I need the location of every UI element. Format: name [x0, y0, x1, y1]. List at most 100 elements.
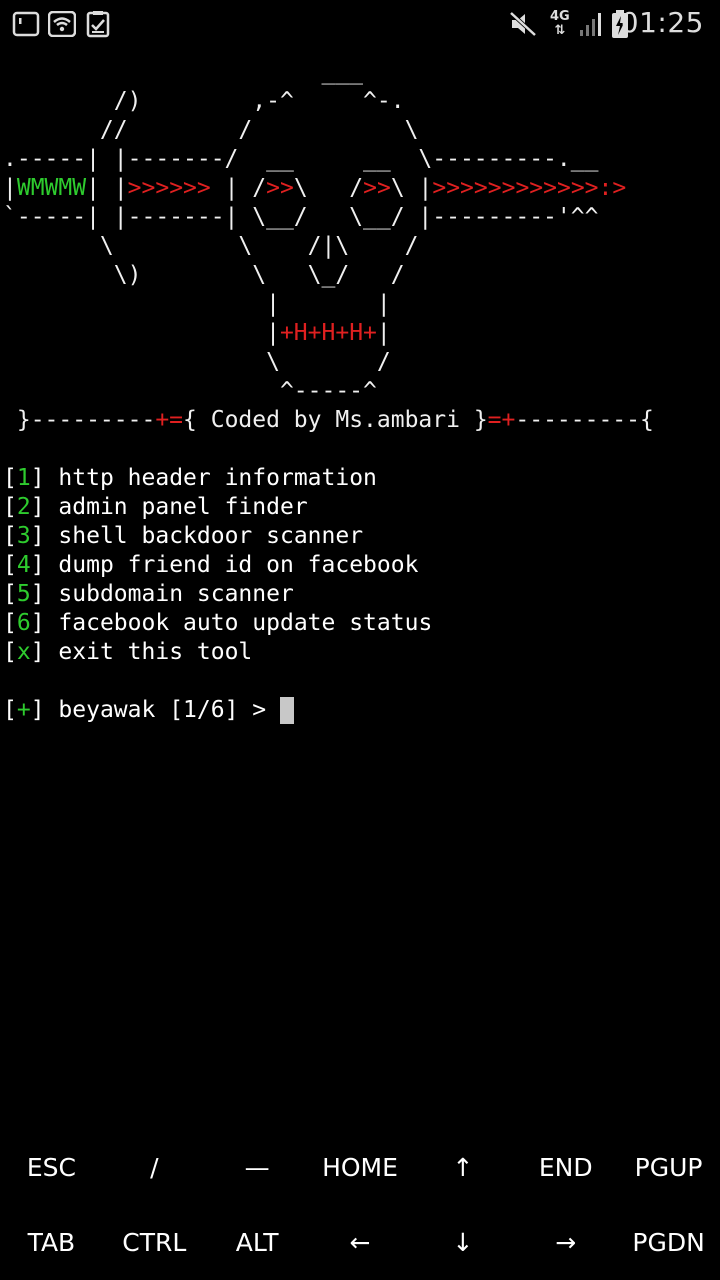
- banner-segment: \ |: [390, 175, 433, 201]
- banner-segment: |: [86, 175, 114, 201]
- menu-bracket: ]: [30, 639, 59, 665]
- banner-line: \ \ /|\ /: [3, 232, 717, 261]
- menu-item-key: 6: [16, 610, 31, 636]
- menu-bracket: ]: [30, 494, 59, 520]
- text-cursor: [279, 697, 294, 724]
- menu-item-key: x: [16, 639, 31, 665]
- banner-segment: |: [376, 320, 391, 346]
- banner-segment: >>>>>>>>>>>>:>: [432, 175, 627, 201]
- home-key[interactable]: HOME: [309, 1130, 412, 1205]
- menu-bracket: ]: [30, 610, 59, 636]
- prompt-marker: +: [16, 697, 31, 723]
- tab-key[interactable]: TAB: [0, 1205, 103, 1280]
- network-type: 4G ⇅: [550, 9, 570, 38]
- menu-bracket: [: [3, 494, 17, 520]
- banner-segment: | /: [210, 175, 267, 201]
- menu-item: [2] admin panel finder: [3, 493, 717, 522]
- data-arrows-icon: ⇅: [554, 23, 566, 38]
- banner-segment: =+: [487, 407, 516, 433]
- menu-item-label: admin panel finder: [58, 494, 308, 520]
- banner-segment: >>>>>>: [127, 175, 211, 201]
- menu-item-label: facebook auto update status: [58, 610, 433, 636]
- menu-bracket: [: [3, 610, 17, 636]
- menu-bracket: ]: [30, 581, 59, 607]
- end-key[interactable]: END: [514, 1130, 617, 1205]
- banner-line: .-----| |-------/ __ __ \---------.__: [3, 145, 717, 174]
- banner-line: // / \: [3, 116, 717, 145]
- dash-key[interactable]: —: [206, 1130, 309, 1205]
- menu-bracket: [: [3, 639, 17, 665]
- menu-item: [3] shell backdoor scanner: [3, 522, 717, 551]
- menu-item-label: exit this tool: [58, 639, 253, 665]
- banner-segment: +H+H+H+: [279, 320, 377, 346]
- menu-item-key: 2: [16, 494, 31, 520]
- terminal-output[interactable]: ___ /) ,-^ ^-. // / \ .-----| |-------/ _…: [3, 58, 717, 725]
- arrow-down-key[interactable]: ↓: [411, 1205, 514, 1280]
- banner-segment: // / \: [3, 117, 419, 143]
- banner-segment: \ /: [293, 175, 364, 201]
- slash-key[interactable]: /: [103, 1130, 206, 1205]
- extra-keys-row-2: TAB CTRL ALT ← ↓ → PGDN: [0, 1205, 720, 1280]
- menu-item: [x] exit this tool: [3, 638, 717, 667]
- wifi-icon: [48, 10, 76, 38]
- banner-segment: .-----| |-------/ __ __ \---------.__: [3, 146, 599, 172]
- banner-segment: +=: [155, 407, 184, 433]
- banner-line: }---------+={ Coded by Ms.ambari }=+----…: [3, 406, 717, 435]
- banner-segment: WMWMW: [16, 175, 87, 201]
- banner-segment: >>: [363, 175, 391, 201]
- menu-item-label: dump friend id on facebook: [58, 552, 419, 578]
- extra-keys-bar: ESC / — HOME ↑ END PGUP TAB CTRL ALT ← ↓ → PGDN: [0, 1130, 720, 1280]
- banner-segment: \ /: [3, 349, 391, 375]
- banner-line: \ /: [3, 348, 717, 377]
- page-down-key[interactable]: PGDN: [617, 1205, 720, 1280]
- menu-bracket: ]: [30, 465, 59, 491]
- banner-line: /) ,-^ ^-.: [3, 87, 717, 116]
- banner-line: ^-----^: [3, 377, 717, 406]
- ascii-banner: ___ /) ,-^ ^-. // / \ .-----| |-------/ _…: [3, 58, 717, 435]
- banner-segment: }---------: [3, 407, 156, 433]
- menu-item-label: http header information: [58, 465, 377, 491]
- alt-key[interactable]: ALT: [206, 1205, 309, 1280]
- menu-item: [6] facebook auto update status: [3, 609, 717, 638]
- clock: 01:25: [620, 6, 704, 39]
- prompt-bracket: ]: [30, 697, 59, 723]
- banner-segment: /) ,-^ ^-.: [3, 88, 405, 114]
- banner-segment: |: [3, 175, 17, 201]
- arrow-left-key[interactable]: ←: [309, 1205, 412, 1280]
- extra-keys-row-1: ESC / — HOME ↑ END PGUP: [0, 1130, 720, 1205]
- banner-segment: ---------{: [515, 407, 654, 433]
- clipboard-check-icon: [86, 10, 110, 38]
- menu-item-key: 5: [16, 581, 31, 607]
- banner-line: \) \ \_/ /: [3, 261, 717, 290]
- banner-segment: | |: [3, 291, 391, 317]
- arrow-right-key[interactable]: →: [514, 1205, 617, 1280]
- esc-key[interactable]: ESC: [0, 1130, 103, 1205]
- banner-segment: >>: [266, 175, 294, 201]
- menu-bracket: [: [3, 552, 17, 578]
- banner-segment: `-----| |-------| \__/ \__/ |---------'^…: [3, 204, 599, 230]
- banner-segment: \ \ /|\ /: [3, 233, 419, 259]
- menu-item: [4] dump friend id on facebook: [3, 551, 717, 580]
- signal-icon: [578, 10, 604, 38]
- menu-bracket: ]: [30, 552, 59, 578]
- ctrl-key[interactable]: CTRL: [103, 1205, 206, 1280]
- menu-item-key: 3: [16, 523, 31, 549]
- banner-line: |+H+H+H+|: [3, 319, 717, 348]
- arrow-up-key[interactable]: ↑: [411, 1130, 514, 1205]
- banner-line: |WMWMW| |>>>>>> | />>\ />>\ |>>>>>>>>>>>…: [3, 174, 717, 203]
- prompt-line[interactable]: [+] beyawak [1/6] >: [3, 696, 717, 725]
- menu-bracket: [: [3, 465, 17, 491]
- menu-item-key: 1: [16, 465, 31, 491]
- menu-bracket: [: [3, 581, 17, 607]
- status-bar: 4G ⇅ 01:25: [0, 0, 720, 48]
- mute-icon: [508, 10, 538, 38]
- terminal-icon: [12, 10, 40, 38]
- menu-item: [1] http header information: [3, 464, 717, 493]
- banner-segment: ^-----^: [3, 378, 377, 404]
- banner-line: | |: [3, 290, 717, 319]
- page-up-key[interactable]: PGUP: [617, 1130, 720, 1205]
- prompt-text: beyawak [1/6] >: [58, 697, 280, 723]
- menu-list: [1] http header information [2] admin pan…: [3, 464, 717, 667]
